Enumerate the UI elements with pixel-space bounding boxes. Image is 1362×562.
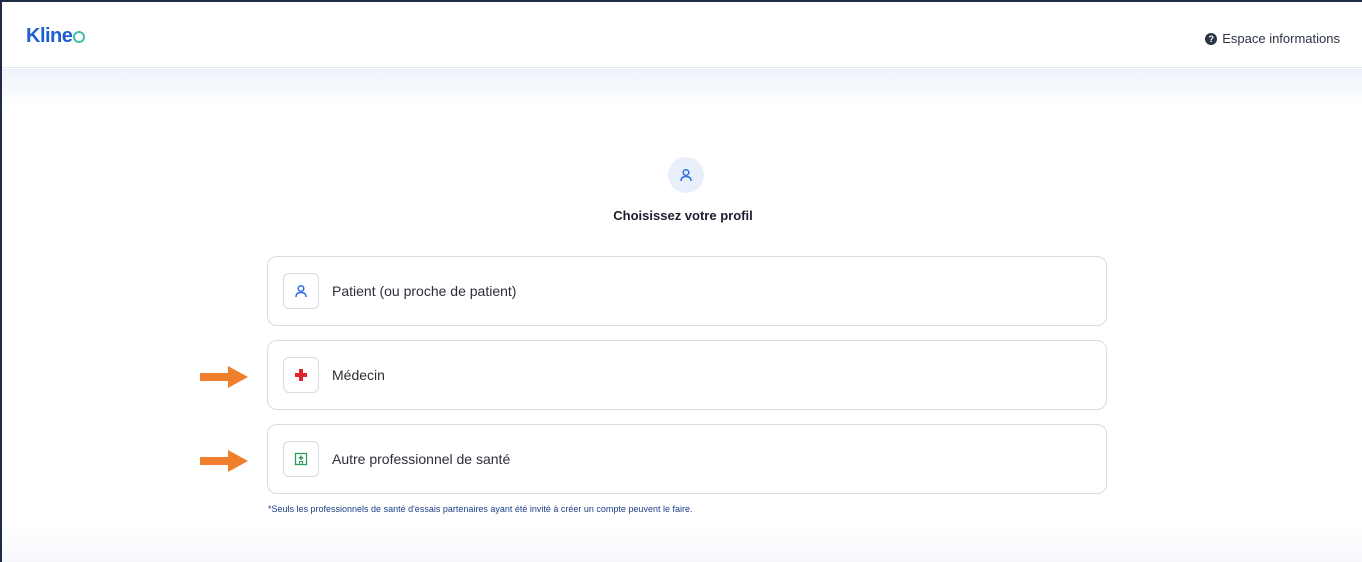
app-window: Kline ? Espace informations Choisissez v… (0, 0, 1362, 562)
option-medecin-label: Médecin (332, 367, 385, 383)
option-other-professional-icon-box (283, 441, 319, 477)
option-other-professional-card[interactable]: Autre professionnel de santé (267, 424, 1107, 494)
option-other-professional-label: Autre professionnel de santé (332, 451, 511, 467)
annotation-arrow-icon (200, 366, 248, 388)
logo-text: Kline (26, 25, 73, 47)
profile-badge (668, 157, 704, 193)
option-patient-card[interactable]: Patient (ou proche de patient) (267, 256, 1107, 326)
logo-mark-icon (73, 31, 86, 43)
logo[interactable]: Kline (26, 25, 86, 48)
info-space-link[interactable]: ? Espace informations (1205, 31, 1340, 46)
option-patient-icon-box (283, 273, 319, 309)
page-title: Choisissez votre profil (613, 208, 753, 223)
annotation-arrow-icon (200, 450, 248, 472)
option-medecin-card[interactable]: Médecin (267, 340, 1107, 410)
info-space-label: Espace informations (1222, 31, 1340, 46)
option-medecin-icon-box (283, 357, 319, 393)
header-gradient-band (2, 69, 1362, 109)
user-icon (680, 168, 692, 182)
header: Kline ? Espace informations (2, 2, 1362, 68)
footer-gradient-band (2, 522, 1362, 562)
question-circle-icon: ? (1205, 32, 1218, 45)
hospital-icon (294, 452, 308, 466)
option-patient-label: Patient (ou proche de patient) (332, 283, 517, 299)
eligibility-note: *Seuls les professionnels de santé d'ess… (268, 504, 693, 514)
medical-cross-icon (295, 369, 307, 381)
user-icon (295, 284, 307, 298)
